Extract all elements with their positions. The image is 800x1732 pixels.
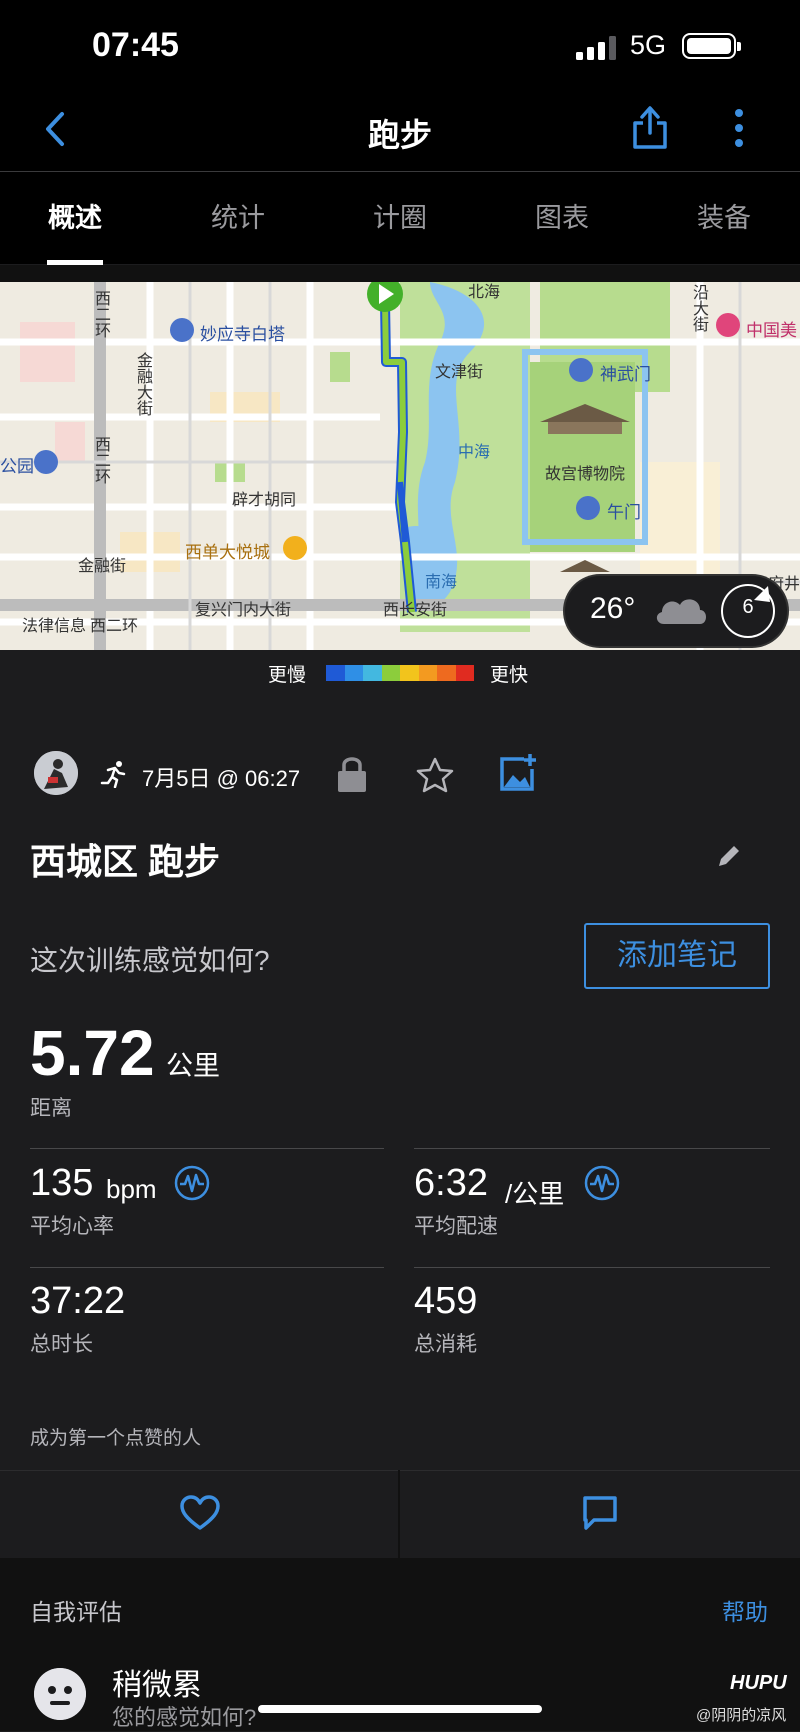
- map-poi-label: 妙应寺白塔: [200, 325, 285, 344]
- star-icon[interactable]: [416, 757, 454, 793]
- running-icon: [100, 761, 126, 788]
- activity-title: 西城区 跑步: [30, 841, 221, 882]
- map-label: 中海: [458, 444, 491, 461]
- pace-chart-icon[interactable]: [584, 1165, 620, 1201]
- distance-value: 5.72: [30, 1017, 155, 1089]
- weather-temperature: 26°: [590, 592, 636, 625]
- heart-rate-chart-icon[interactable]: [174, 1165, 210, 1201]
- map-label: 辟才胡同: [232, 492, 297, 509]
- status-time: 07:45: [92, 26, 179, 64]
- map-poi-label: 西单大悦城: [185, 543, 270, 562]
- add-photo-icon[interactable]: [498, 753, 538, 793]
- divider: [414, 1267, 770, 1268]
- divider: [398, 1470, 400, 1558]
- tab-stats[interactable]: 统计: [168, 172, 308, 264]
- map-label: 复兴门内大街: [195, 602, 292, 619]
- feel-prompt: 这次训练感觉如何?: [30, 945, 270, 976]
- pace-unit: /公里: [505, 1179, 565, 1209]
- pace-value: 6:32: [414, 1162, 488, 1204]
- like-heart-icon[interactable]: [180, 1495, 220, 1531]
- tab-overview[interactable]: 概述: [5, 172, 145, 264]
- self-eval-rating[interactable]: 稍微累: [112, 1660, 202, 1704]
- calories-value: 459: [414, 1280, 478, 1322]
- more-options-icon[interactable]: [732, 108, 746, 148]
- map-poi-label: 公园: [0, 457, 34, 476]
- legend-slower: 更慢: [268, 665, 307, 686]
- cloud-icon: [656, 599, 706, 624]
- social-action-bar: [0, 1470, 800, 1559]
- pace-color-legend: [326, 665, 474, 681]
- calories-label: 总消耗: [414, 1333, 477, 1356]
- tab-bar: 概述 统计 计圈 图表 装备: [0, 172, 800, 264]
- share-icon[interactable]: [630, 103, 670, 151]
- home-indicator[interactable]: [258, 1705, 542, 1713]
- page-title: 跑步: [367, 117, 432, 153]
- heart-rate-unit: bpm: [106, 1174, 157, 1204]
- likes-text: 成为第一个点赞的人: [30, 1428, 202, 1449]
- tab-laps[interactable]: 计圈: [330, 172, 470, 264]
- heart-rate-value: 135: [30, 1162, 94, 1204]
- map-label: 北海: [468, 284, 501, 301]
- map-label: 金融大街: [134, 352, 151, 416]
- duration-label: 总时长: [30, 1333, 93, 1356]
- tab-charts[interactable]: 图表: [492, 172, 632, 264]
- tab-gear[interactable]: 装备: [654, 172, 794, 264]
- map-label: 金融街: [78, 558, 127, 575]
- map-label: 故宫博物院: [545, 466, 626, 483]
- avatar[interactable]: [34, 751, 78, 795]
- section-divider: [0, 265, 800, 282]
- duration-value: 37:22: [30, 1280, 126, 1322]
- network-type: 5G: [630, 30, 667, 60]
- legend-faster: 更快: [490, 665, 529, 686]
- map-label: 西二环: [92, 436, 109, 484]
- pace-label: 平均配速: [414, 1215, 498, 1238]
- watermark-text: @阴阴的凉风: [696, 1707, 787, 1724]
- map-label: 西二环: [90, 618, 139, 635]
- map-poi-label: 神武门: [600, 365, 651, 384]
- map-label: 沿大街: [690, 284, 707, 332]
- map-poi-label: 午门: [607, 503, 641, 522]
- divider: [30, 1148, 384, 1149]
- lock-icon[interactable]: [336, 755, 368, 793]
- divider: [414, 1148, 770, 1149]
- comment-icon[interactable]: [582, 1495, 618, 1531]
- activity-datetime: 7月5日 @ 06:27: [142, 766, 301, 791]
- map-label: 文津街: [435, 364, 484, 381]
- help-link[interactable]: 帮助: [722, 1593, 768, 1627]
- map-label: 西长安街: [383, 602, 448, 619]
- distance-unit: 公里: [166, 1051, 220, 1081]
- edit-pencil-icon[interactable]: [716, 843, 742, 869]
- divider: [30, 1267, 384, 1268]
- self-eval-prompt: 您的感觉如何?: [112, 1705, 257, 1730]
- wind-speed: 6: [742, 596, 754, 618]
- map-poi-label: 中国美: [746, 321, 797, 340]
- add-note-button[interactable]: 添加笔记: [584, 923, 770, 989]
- face-neutral-icon[interactable]: [34, 1668, 86, 1720]
- watermark-logo: HUPU: [730, 1672, 787, 1694]
- heart-rate-label: 平均心率: [30, 1215, 114, 1238]
- map-label: 西二环: [92, 290, 109, 338]
- map-label: 法律信息: [22, 618, 87, 635]
- battery-icon: [682, 33, 741, 59]
- map-label: 南海: [425, 574, 458, 591]
- signal-icon: [576, 36, 616, 60]
- self-eval-title: 自我评估: [30, 1599, 122, 1625]
- distance-label: 距离: [30, 1097, 72, 1120]
